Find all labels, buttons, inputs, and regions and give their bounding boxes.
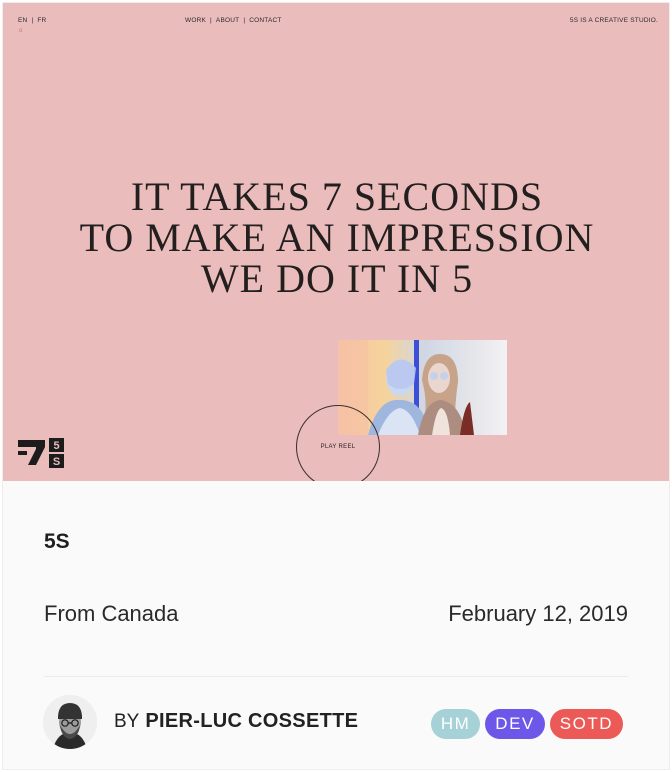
site-date: February 12, 2019: [448, 601, 628, 626]
site-title[interactable]: 5S: [44, 530, 70, 554]
author-avatar[interactable]: [43, 695, 97, 749]
small-mark: o: [19, 28, 23, 34]
badge-dev[interactable]: DEV: [485, 709, 545, 739]
menu-work-link[interactable]: WORK: [185, 17, 206, 24]
language-switcher: EN | FR: [18, 17, 46, 24]
author-avatar-icon: [43, 695, 97, 749]
site-preview[interactable]: EN | FR o WORK | ABOUT | CONTACT 5S IS A CREAT…: [3, 3, 669, 481]
site-card: EN | FR o WORK | ABOUT | CONTACT 5S IS A CREAT…: [2, 2, 670, 770]
badge-hm[interactable]: HM: [430, 709, 481, 739]
headline-line-3: WE DO IT IN 5: [200, 256, 474, 301]
headline-line-2: TO MAKE AN IMPRESSION: [79, 215, 595, 260]
play-reel-button[interactable]: PLAY REEL: [296, 405, 380, 481]
award-badges: HM DEV SOTD: [430, 709, 623, 739]
author-name-link[interactable]: PIER-LUC COSSETTE: [145, 710, 358, 732]
main-menu: WORK | ABOUT | CONTACT: [185, 17, 282, 24]
5s-logo-icon: 5 S: [18, 438, 64, 468]
lang-fr-link[interactable]: FR: [37, 17, 46, 24]
badge-sotd[interactable]: SOTD: [549, 709, 623, 739]
lang-en-link[interactable]: EN: [18, 17, 27, 24]
divider: [44, 676, 628, 677]
lang-separator: |: [31, 17, 34, 24]
menu-separator: |: [210, 17, 212, 24]
headline-line-1: IT TAKES 7 SECONDS: [130, 174, 544, 219]
menu-separator: |: [243, 17, 246, 24]
menu-contact-link[interactable]: CONTACT: [249, 17, 281, 24]
author-byline: BY PIER-LUC COSSETTE: [114, 710, 358, 733]
hero-headline: IT TAKES 7 SECONDS TO MAKE AN IMPRESSION…: [3, 174, 669, 301]
studio-tagline: 5S IS A CREATIVE STUDIO.: [569, 17, 658, 24]
by-label: BY: [114, 711, 140, 732]
site-country: From Canada: [44, 601, 179, 626]
menu-about-link[interactable]: ABOUT: [216, 17, 239, 24]
logo-digit-5: 5: [53, 440, 59, 452]
logo-digit-s: S: [53, 456, 60, 468]
